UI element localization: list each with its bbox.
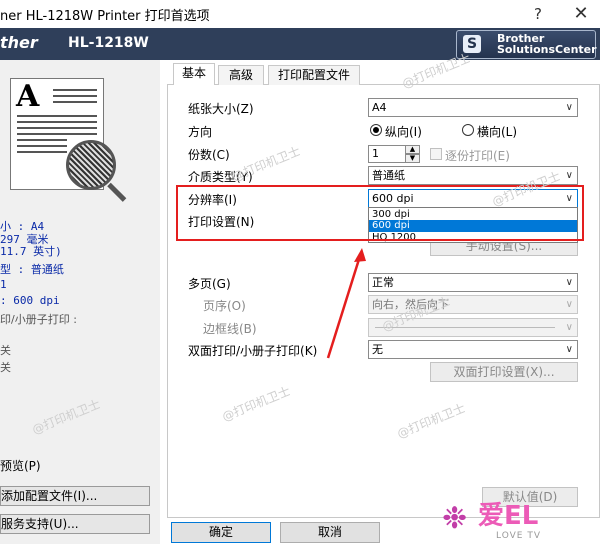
multi-page-value: 正常 (372, 276, 394, 289)
portrait-radio[interactable] (370, 124, 382, 136)
preview-line (17, 151, 67, 153)
duplex-select[interactable]: 无 ∨ (368, 340, 578, 359)
summary-resolution: : 600 dpi (0, 294, 60, 307)
tab-advanced[interactable]: 高级 (218, 65, 264, 85)
chevron-down-icon: ∨ (565, 170, 573, 181)
border-line-label: 边框线(B) (203, 322, 257, 336)
media-type-value: 普通纸 (372, 169, 405, 182)
window-title: ner HL-1218W Printer 打印首选项 (0, 9, 210, 24)
preview-line (17, 121, 97, 123)
cancel-button[interactable]: 取消 (280, 522, 380, 543)
collate-checkbox[interactable] (430, 148, 442, 160)
multi-page-label: 多页(G) (188, 277, 231, 291)
brand-logo: ther (0, 33, 38, 52)
duplex-value: 无 (372, 343, 383, 356)
chevron-down-icon: ∨ (565, 299, 573, 310)
paper-size-select[interactable]: A4 ∨ (368, 98, 578, 117)
ok-button[interactable]: 确定 (171, 522, 271, 543)
preview-line (53, 89, 97, 91)
summary-paper-inch: 11.7 英寸) (0, 245, 62, 258)
close-icon[interactable]: ✕ (566, 3, 596, 25)
page-order-label: 页序(O) (203, 299, 246, 313)
add-profile-button[interactable]: 添加配置文件(I)... (0, 486, 150, 506)
model-name: HL-1218W (68, 35, 149, 51)
solutions-center-label-2: SolutionsCenter (497, 43, 597, 56)
preview-line (17, 145, 67, 147)
tab-print-profiles[interactable]: 打印配置文件 (268, 65, 360, 85)
chevron-down-icon: ∨ (565, 344, 573, 355)
copies-label: 份数(C) (188, 148, 230, 162)
landscape-radio[interactable] (462, 124, 474, 136)
preview-line (17, 139, 67, 141)
preview-line (53, 95, 97, 97)
support-button[interactable]: 服务支持(U)... (0, 514, 150, 534)
preview-line (53, 101, 97, 103)
summary-duplex: 印/小册子打印 : (0, 313, 77, 326)
summary-off-1: 关 (0, 344, 11, 357)
tab-basic[interactable]: 基本 (173, 63, 215, 85)
preview-line (17, 133, 97, 135)
spin-down-icon[interactable]: ▼ (405, 154, 420, 163)
summary-media-type: 型 : 普通纸 (0, 263, 64, 276)
preview-checkbox-label[interactable]: 预览(P) (0, 457, 41, 474)
collate-label: 逐份打印(E) (445, 149, 510, 163)
spin-up-icon[interactable]: ▲ (405, 145, 420, 154)
multi-page-select[interactable]: 正常 ∨ (368, 273, 578, 292)
aise-logo-text: 爱EL (478, 501, 539, 531)
duplex-settings-button[interactable]: 双面打印设置(X)... (430, 362, 578, 382)
preview-line (17, 127, 97, 129)
duplex-label: 双面打印/小册子打印(K) (188, 344, 318, 358)
preview-letter: A (16, 79, 40, 114)
paper-size-label: 纸张大小(Z) (188, 102, 254, 116)
portrait-label[interactable]: 纵向(I) (385, 123, 422, 140)
chevron-down-icon: ∨ (565, 102, 573, 113)
help-icon[interactable]: ? (527, 3, 549, 25)
magnifier-icon (66, 140, 116, 190)
summary-off-2: 关 (0, 361, 11, 374)
aise-logo-icon: ❉ (442, 501, 468, 536)
preview-line (17, 115, 97, 117)
paper-size-value: A4 (372, 101, 387, 114)
landscape-label[interactable]: 横向(L) (477, 123, 517, 140)
orientation-label: 方向 (188, 125, 213, 139)
chevron-down-icon: ∨ (565, 277, 573, 288)
summary-copies: 1 (0, 278, 7, 291)
aise-logo-subtitle: LOVE TV (496, 531, 541, 541)
chevron-down-icon: ∨ (565, 322, 573, 333)
